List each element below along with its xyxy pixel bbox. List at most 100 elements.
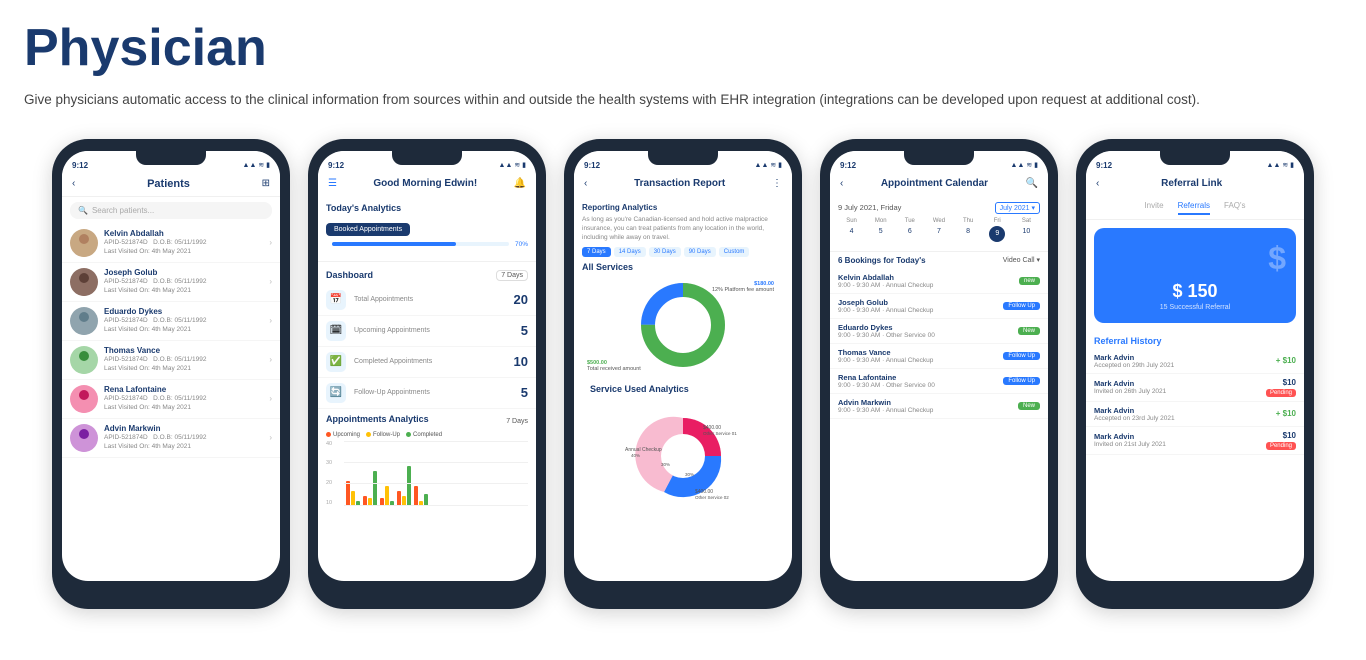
donut-section: $180.00 12% Platform fee amount $500.00 … — [582, 276, 784, 374]
avatar-5 — [70, 385, 98, 413]
filter-14days[interactable]: 14 Days — [614, 247, 646, 257]
bell-icon[interactable]: 🔔 — [514, 178, 526, 189]
booking-4[interactable]: Thomas Vance 9:00 - 9:30 AM · Annual Che… — [830, 344, 1048, 369]
tab-referrals[interactable]: Referrals — [1178, 201, 1210, 215]
completed-icon: ✅ — [326, 352, 346, 372]
video-call-select[interactable]: Video Call ▾ — [1003, 256, 1040, 264]
booking-6[interactable]: Advin Markwin 9:00 - 9:30 AM · Annual Ch… — [830, 394, 1048, 419]
cal-day-5[interactable]: 5 — [867, 226, 894, 242]
y-label-40: 40 — [326, 441, 332, 447]
phone-patients: 9:12 ▲▲ ≋ ▮ ‹ Patients ⊞ 🔍 Search patien… — [52, 139, 290, 609]
back-button-1[interactable]: ‹ — [72, 178, 75, 189]
search-box[interactable]: 🔍 Search patients... — [70, 202, 272, 219]
patient-item-1[interactable]: Kelvin Abdallah APID-521874D D.O.B: 05/1… — [62, 224, 280, 263]
history-row-3: Mark Advin Accepted on 23rd July 2021 + … — [1094, 406, 1296, 422]
filter-custom[interactable]: Custom — [719, 247, 750, 257]
month-badge[interactable]: July 2021 ▾ — [995, 202, 1040, 214]
stat-label-3: Completed Appointments — [354, 358, 506, 365]
cal-day-10[interactable]: 10 — [1013, 226, 1040, 242]
patient-item-4[interactable]: Thomas Vance APID-521874D D.O.B: 05/11/1… — [62, 341, 280, 380]
screen-dashboard: 9:12 ▲▲ ≋ ▮ ☰ Good Morning Edwin! 🔔 Toda… — [318, 151, 536, 581]
history-name-2: Mark Advin — [1094, 379, 1166, 388]
booking-name-5: Rena Lafontaine — [838, 373, 935, 382]
history-item-3: Mark Advin Accepted on 23rd July 2021 + … — [1086, 402, 1304, 427]
chevron-icon-2: › — [269, 277, 272, 286]
history-name-4: Mark Advin — [1094, 432, 1166, 441]
filter-7days[interactable]: 7 Days — [582, 247, 611, 257]
booking-time-2: 9:00 - 9:30 AM · Annual Checkup — [838, 307, 933, 314]
cal-day-6[interactable]: 6 — [896, 226, 923, 242]
phone-dashboard: 9:12 ▲▲ ≋ ▮ ☰ Good Morning Edwin! 🔔 Toda… — [308, 139, 546, 609]
tab-invite[interactable]: Invite — [1144, 201, 1163, 215]
booking-5[interactable]: Rena Lafontaine 9:00 - 9:30 AM · Other S… — [830, 369, 1048, 394]
followup-icon: 🔄 — [326, 383, 346, 403]
booking-1[interactable]: Kelvin Abdallah 9:00 - 9:30 AM · Annual … — [830, 269, 1048, 294]
history-amount-4: $10 — [1283, 431, 1296, 440]
booking-3[interactable]: Eduardo Dykes 9:00 - 9:30 AM · Other Ser… — [830, 319, 1048, 344]
screen-patients: 9:12 ▲▲ ≋ ▮ ‹ Patients ⊞ 🔍 Search patien… — [62, 151, 280, 581]
referral-header: ‹ Referral Link — [1086, 170, 1304, 197]
patient-name-6: Advin Markwin — [104, 424, 263, 433]
back-button-4[interactable]: ‹ — [840, 178, 843, 189]
booking-2[interactable]: Joseph Golub 9:00 - 9:30 AM · Annual Che… — [830, 294, 1048, 319]
patient-item-5[interactable]: Rena Lafontaine APID-521874D D.O.B: 05/1… — [62, 380, 280, 419]
tab-faqs[interactable]: FAQ's — [1224, 201, 1246, 215]
patient-details-4: APID-521874D D.O.B: 05/11/1992 Last Visi… — [104, 355, 263, 373]
page-title: Physician — [24, 20, 1342, 77]
menu-icon[interactable]: ☰ — [328, 178, 337, 189]
filter-90days[interactable]: 90 Days — [684, 247, 716, 257]
booking-badge-4: Follow Up — [1003, 352, 1040, 360]
booking-badge-3: New — [1018, 327, 1040, 335]
svg-text:30%: 30% — [661, 462, 670, 467]
options-icon-3[interactable]: ⋮ — [772, 178, 782, 189]
cal-day-4[interactable]: 4 — [838, 226, 865, 242]
appointments-icon: 📅 — [326, 290, 346, 310]
reporting-section: Reporting Analytics As long as you're Ca… — [574, 197, 792, 380]
back-button-5[interactable]: ‹ — [1096, 178, 1099, 189]
filter-30days[interactable]: 30 Days — [649, 247, 681, 257]
transaction-header: ‹ Transaction Report ⋮ — [574, 170, 792, 197]
patient-item-3[interactable]: Eduardo Dykes APID-521874D D.O.B: 05/11/… — [62, 302, 280, 341]
search-placeholder: Search patients... — [92, 206, 154, 215]
phone-referral: 9:12 ▲▲ ≋ ▮ ‹ Referral Link Invite Refer… — [1076, 139, 1314, 609]
patient-details-3: APID-521874D D.O.B: 05/11/1992 Last Visi… — [104, 316, 263, 334]
phone-notch-1 — [136, 151, 206, 165]
phone-notch-2 — [392, 151, 462, 165]
patient-name-5: Rena Lafontaine — [104, 385, 263, 394]
day-header-fri: Fri — [984, 218, 1011, 224]
patient-item-6[interactable]: Advin Markwin APID-521874D D.O.B: 05/11/… — [62, 419, 280, 458]
stat-value-2: 5 — [521, 323, 528, 338]
status-time-2: 9:12 — [328, 161, 344, 170]
avatar-4 — [70, 346, 98, 374]
legend-upcoming: Upcoming — [326, 432, 360, 438]
dashboard-header: ☰ Good Morning Edwin! 🔔 — [318, 170, 536, 197]
patients-title: Patients — [147, 178, 190, 190]
history-title: Referral History — [1086, 331, 1304, 349]
cal-day-8[interactable]: 8 — [955, 226, 982, 242]
avatar-3 — [70, 307, 98, 335]
days-select[interactable]: 7 Days — [496, 270, 528, 281]
booked-tab[interactable]: Booked Appointments — [326, 223, 410, 236]
back-button-3[interactable]: ‹ — [584, 178, 587, 189]
phone-notch-5 — [1160, 151, 1230, 165]
cal-day-7[interactable]: 7 — [925, 226, 952, 242]
patient-name-1: Kelvin Abdallah — [104, 229, 263, 238]
patient-item-2[interactable]: Joseph Golub APID-521874D D.O.B: 05/11/1… — [62, 263, 280, 302]
search-icon-cal[interactable]: 🔍 — [1026, 178, 1038, 189]
svg-text:Other Service 02: Other Service 02 — [695, 495, 729, 500]
booked-bar-row: 70% — [326, 241, 528, 248]
legend-dot-followup — [366, 432, 371, 437]
day-header-sat: Sat — [1013, 218, 1040, 224]
booking-name-4: Thomas Vance — [838, 348, 933, 357]
filter-icon[interactable]: ⊞ — [262, 178, 270, 189]
booking-name-1: Kelvin Abdallah — [838, 273, 933, 282]
page-description: Give physicians automatic access to the … — [24, 89, 1342, 111]
patient-info-1: Kelvin Abdallah APID-521874D D.O.B: 05/1… — [104, 229, 263, 256]
stat-value-3: 10 — [514, 354, 528, 369]
service-analytics-section: Service Used Analytics $400.00 — [574, 384, 792, 515]
phones-row: 9:12 ▲▲ ≋ ▮ ‹ Patients ⊞ 🔍 Search patien… — [24, 139, 1342, 609]
history-badge-4: Pending — [1266, 442, 1296, 450]
cal-day-9[interactable]: 9 — [989, 226, 1005, 242]
booking-time-1: 9:00 - 9:30 AM · Annual Checkup — [838, 282, 933, 289]
phone-transaction: 9:12 ▲▲ ≋ ▮ ‹ Transaction Report ⋮ Repor… — [564, 139, 802, 609]
